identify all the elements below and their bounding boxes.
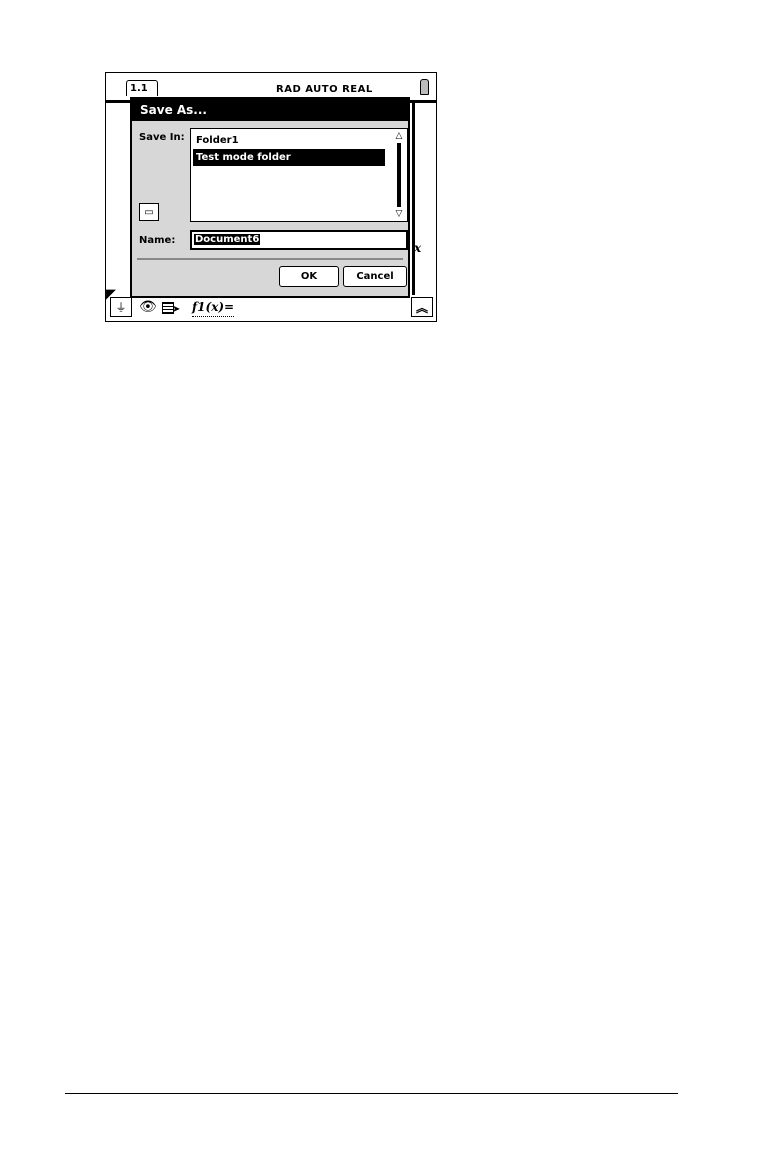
scroll-down-arrow-icon[interactable]: ▽ <box>393 209 405 219</box>
graph-edge <box>412 103 415 295</box>
button-separator <box>137 258 403 260</box>
page-footer-rule <box>65 1093 678 1094</box>
ok-button[interactable]: OK <box>279 266 339 287</box>
eye-icon[interactable]: 👁 <box>139 297 157 317</box>
scroll-up-arrow-icon[interactable]: △ <box>393 131 405 141</box>
folder-item[interactable]: Folder1 <box>193 132 385 149</box>
save-in-label: Save In: <box>139 132 185 143</box>
dialog-body: Save In: Folder1 Test mode folder △ ▽ ▭ … <box>132 121 408 296</box>
mouse-cursor-icon: ◤ <box>106 287 116 302</box>
x-axis-label: x <box>414 241 422 255</box>
folder-list-scrollbar[interactable]: △ ▽ <box>393 131 405 219</box>
folder-item-selected[interactable]: Test mode folder <box>193 149 385 166</box>
battery-icon <box>420 79 429 95</box>
mode-indicator: RAD AUTO REAL <box>276 84 373 95</box>
save-as-dialog: Save As... Save In: Folder1 Test mode fo… <box>130 97 410 298</box>
pointer-icon: ➤ <box>172 304 181 315</box>
dialog-title: Save As... <box>132 99 408 121</box>
name-field[interactable]: Document6 <box>190 230 408 250</box>
name-field-value: Document6 <box>194 234 261 245</box>
cancel-button[interactable]: Cancel <box>343 266 407 287</box>
calculator-screen: 1.1 RAD AUTO REAL ▸ x ⏚ 👁 ➤ f1(x)= ︽ ◤ S… <box>105 72 437 322</box>
double-chevron-up-icon[interactable]: ︽ <box>411 297 433 317</box>
function-entry-line[interactable]: f1(x)= <box>192 298 235 317</box>
new-folder-icon[interactable]: ▭ <box>139 203 159 221</box>
scroll-thumb[interactable] <box>397 143 401 207</box>
folder-list[interactable]: Folder1 Test mode folder △ ▽ <box>190 128 408 222</box>
name-label: Name: <box>139 235 176 246</box>
bottom-toolbar: ⏚ 👁 ➤ f1(x)= ︽ <box>106 295 436 321</box>
page-tab[interactable]: 1.1 <box>126 80 158 96</box>
